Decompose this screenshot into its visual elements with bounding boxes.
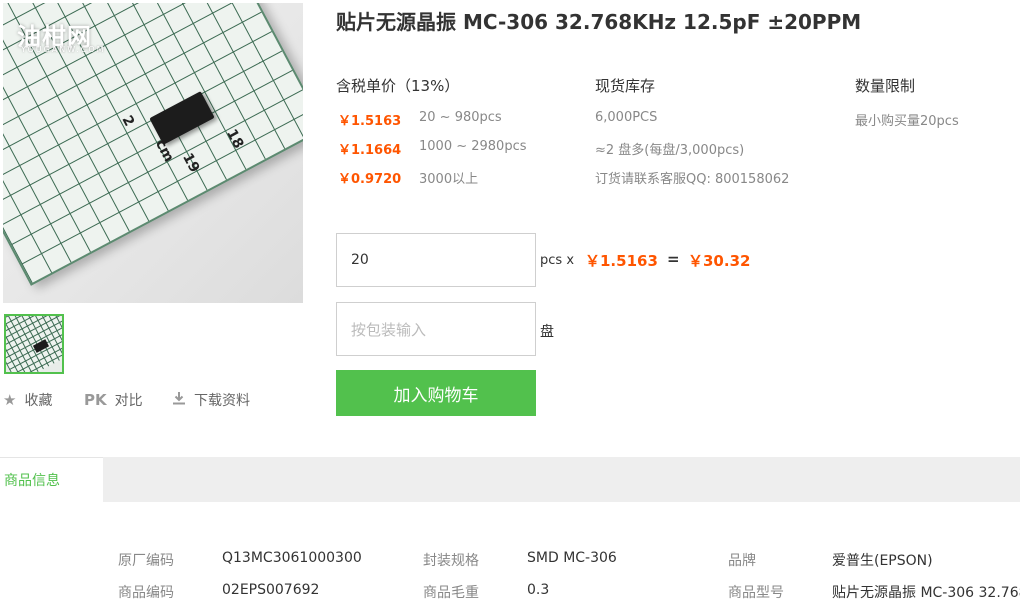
- pack-unit-label: 盘: [540, 324, 554, 340]
- product-thumbnail[interactable]: [4, 314, 64, 374]
- spec-value: 爱普生(EPSON): [832, 553, 933, 569]
- pk-icon: PK: [84, 391, 107, 409]
- spec-value: 贴片无源晶振 MC-306 32.768: [832, 585, 1020, 601]
- download-icon: [172, 391, 186, 409]
- quantity-input[interactable]: 20: [336, 233, 536, 287]
- add-to-cart-button[interactable]: 加入购物车: [336, 370, 536, 416]
- watermark-domain: YOUGANW.COM: [21, 45, 106, 54]
- compare-label: 对比: [114, 393, 143, 409]
- spec-label: 品牌: [728, 553, 756, 569]
- tier-range: 20 ~ 980pcs: [419, 110, 502, 125]
- tab-bar: [0, 457, 1020, 502]
- spec-label: 商品型号: [728, 585, 784, 601]
- tier-range: 1000 ~ 2980pcs: [419, 139, 527, 154]
- download-link[interactable]: 下载资料: [172, 390, 250, 410]
- tier-price: ￥1.1664: [338, 143, 402, 158]
- qty-unit-label: pcs x: [540, 253, 575, 268]
- stock-quantity: 6,000PCS: [595, 110, 658, 125]
- limit-header: 数量限制: [855, 77, 916, 95]
- equals-sign: =: [667, 250, 680, 268]
- product-main-image: 2 cm 19 18 油柑网 YOUGANW.COM: [3, 3, 303, 303]
- tier-range: 3000以上: [419, 172, 479, 187]
- spec-label: 商品编码: [118, 585, 174, 601]
- tab-product-info[interactable]: 商品信息: [0, 457, 103, 502]
- spec-value: 02EPS007692: [222, 582, 320, 598]
- spec-label: 封装规格: [423, 553, 479, 569]
- star-icon: ★: [3, 391, 17, 409]
- stock-header: 现货库存: [595, 77, 656, 95]
- tier-price: ￥1.5163: [338, 114, 402, 129]
- stock-reels: ≈2 盘多(每盘/3,000pcs): [595, 143, 745, 158]
- download-label: 下载资料: [194, 393, 250, 409]
- compare-link[interactable]: PK 对比: [84, 390, 143, 410]
- spec-label: 原厂编码: [118, 553, 174, 569]
- unit-price: ￥1.5163: [585, 252, 658, 270]
- product-title: 贴片无源晶振 MC-306 32.768KHz 12.5pF ±20PPM: [336, 10, 862, 34]
- stock-contact: 订货请联系客服QQ: 800158062: [595, 172, 790, 187]
- spec-label: 商品毛重: [423, 585, 479, 601]
- spec-value: 0.3: [527, 582, 550, 598]
- pack-input[interactable]: 按包装输入: [336, 302, 536, 356]
- price-header: 含税单价（13%）: [336, 77, 460, 95]
- favorite-link[interactable]: ★ 收藏: [3, 390, 52, 410]
- total-price: ￥30.32: [688, 252, 751, 270]
- spec-value: SMD MC-306: [527, 550, 617, 566]
- tier-price: ￥0.9720: [338, 172, 402, 187]
- min-order: 最小购买量20pcs: [855, 114, 959, 129]
- spec-value: Q13MC3061000300: [222, 550, 362, 566]
- favorite-label: 收藏: [24, 393, 53, 409]
